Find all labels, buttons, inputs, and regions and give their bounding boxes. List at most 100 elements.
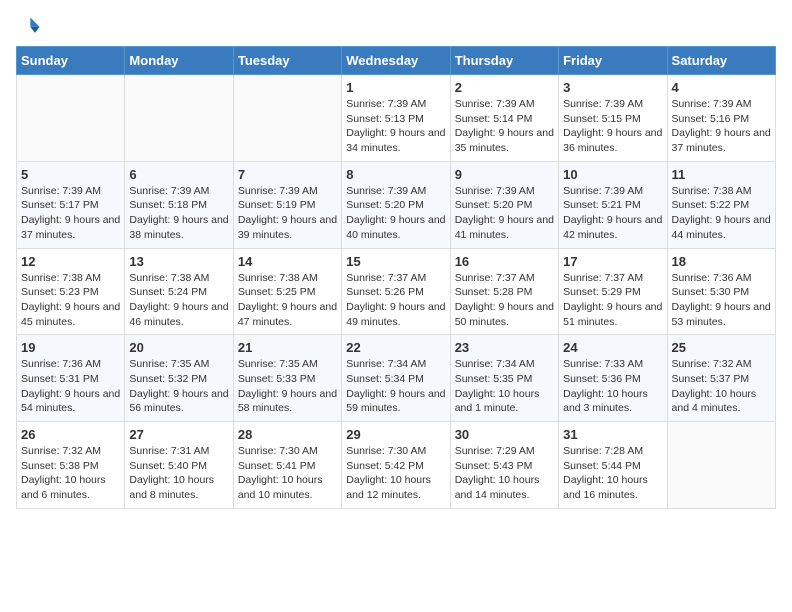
calendar-cell: 1 Sunrise: 7:39 AMSunset: 5:13 PMDaylight…	[342, 75, 450, 162]
calendar-cell: 12 Sunrise: 7:38 AMSunset: 5:23 PMDayligh…	[17, 248, 125, 335]
day-info: Sunrise: 7:37 AMSunset: 5:28 PMDaylight:…	[455, 272, 554, 328]
weekday-header-monday: Monday	[125, 47, 233, 75]
day-info: Sunrise: 7:38 AMSunset: 5:24 PMDaylight:…	[129, 272, 228, 328]
calendar-week-3: 12 Sunrise: 7:38 AMSunset: 5:23 PMDayligh…	[17, 248, 776, 335]
calendar-cell: 11 Sunrise: 7:38 AMSunset: 5:22 PMDayligh…	[667, 161, 775, 248]
day-number: 15	[346, 254, 445, 269]
day-number: 26	[21, 427, 120, 442]
day-number: 23	[455, 340, 554, 355]
day-number: 10	[563, 167, 662, 182]
calendar: SundayMondayTuesdayWednesdayThursdayFrid…	[16, 46, 776, 509]
day-number: 4	[672, 80, 771, 95]
calendar-cell: 15 Sunrise: 7:37 AMSunset: 5:26 PMDayligh…	[342, 248, 450, 335]
calendar-cell: 10 Sunrise: 7:39 AMSunset: 5:21 PMDayligh…	[559, 161, 667, 248]
day-number: 5	[21, 167, 120, 182]
day-info: Sunrise: 7:34 AMSunset: 5:35 PMDaylight:…	[455, 358, 540, 414]
day-info: Sunrise: 7:39 AMSunset: 5:15 PMDaylight:…	[563, 98, 662, 154]
day-info: Sunrise: 7:39 AMSunset: 5:20 PMDaylight:…	[346, 185, 445, 241]
calendar-cell: 27 Sunrise: 7:31 AMSunset: 5:40 PMDayligh…	[125, 422, 233, 509]
calendar-cell: 6Sunrise: 7:39 AMSunset: 5:18 PMDaylight…	[125, 161, 233, 248]
calendar-cell: 9 Sunrise: 7:39 AMSunset: 5:20 PMDaylight…	[450, 161, 558, 248]
calendar-cell: 4Sunrise: 7:39 AMSunset: 5:16 PMDaylight…	[667, 75, 775, 162]
day-number: 27	[129, 427, 228, 442]
calendar-cell: 16 Sunrise: 7:37 AMSunset: 5:28 PMDayligh…	[450, 248, 558, 335]
calendar-cell	[17, 75, 125, 162]
calendar-cell: 5 Sunrise: 7:39 AMSunset: 5:17 PMDaylight…	[17, 161, 125, 248]
day-number: 3	[563, 80, 662, 95]
day-number: 17	[563, 254, 662, 269]
day-number: 9	[455, 167, 554, 182]
calendar-week-2: 5 Sunrise: 7:39 AMSunset: 5:17 PMDaylight…	[17, 161, 776, 248]
day-number: 18	[672, 254, 771, 269]
day-info: Sunrise: 7:32 AMSunset: 5:38 PMDaylight:…	[21, 445, 106, 501]
calendar-cell: 25 Sunrise: 7:32 AMSunset: 5:37 PMDayligh…	[667, 335, 775, 422]
calendar-cell: 13 Sunrise: 7:38 AMSunset: 5:24 PMDayligh…	[125, 248, 233, 335]
calendar-cell: 8 Sunrise: 7:39 AMSunset: 5:20 PMDaylight…	[342, 161, 450, 248]
day-info: Sunrise: 7:39 AMSunset: 5:19 PMDaylight:…	[238, 185, 337, 241]
day-info: Sunrise: 7:33 AMSunset: 5:36 PMDaylight:…	[563, 358, 648, 414]
day-info: Sunrise: 7:38 AMSunset: 5:22 PMDaylight:…	[672, 185, 771, 241]
calendar-cell: 3 Sunrise: 7:39 AMSunset: 5:15 PMDaylight…	[559, 75, 667, 162]
day-number: 21	[238, 340, 337, 355]
calendar-cell	[233, 75, 341, 162]
day-info: Sunrise: 7:39 AMSunset: 5:21 PMDaylight:…	[563, 185, 662, 241]
calendar-cell: 14 Sunrise: 7:38 AMSunset: 5:25 PMDayligh…	[233, 248, 341, 335]
weekday-header-wednesday: Wednesday	[342, 47, 450, 75]
day-info: Sunrise: 7:38 AMSunset: 5:25 PMDaylight:…	[238, 272, 337, 328]
logo-icon	[16, 16, 40, 36]
day-info: Sunrise: 7:39 AMSunset: 5:20 PMDaylight:…	[455, 185, 554, 241]
day-info: Sunrise: 7:32 AMSunset: 5:37 PMDaylight:…	[672, 358, 757, 414]
day-info: Sunrise: 7:30 AMSunset: 5:41 PMDaylight:…	[238, 445, 323, 501]
day-number: 13	[129, 254, 228, 269]
day-number: 8	[346, 167, 445, 182]
day-number: 16	[455, 254, 554, 269]
day-info: Sunrise: 7:31 AMSunset: 5:40 PMDaylight:…	[129, 445, 214, 501]
calendar-cell: 17 Sunrise: 7:37 AMSunset: 5:29 PMDayligh…	[559, 248, 667, 335]
weekday-header-sunday: Sunday	[17, 47, 125, 75]
calendar-cell: 21 Sunrise: 7:35 AMSunset: 5:33 PMDayligh…	[233, 335, 341, 422]
calendar-cell: 22 Sunrise: 7:34 AMSunset: 5:34 PMDayligh…	[342, 335, 450, 422]
logo	[16, 16, 44, 36]
day-number: 20	[129, 340, 228, 355]
day-number: 19	[21, 340, 120, 355]
weekday-header-thursday: Thursday	[450, 47, 558, 75]
day-info: Sunrise: 7:34 AMSunset: 5:34 PMDaylight:…	[346, 358, 445, 414]
day-number: 28	[238, 427, 337, 442]
day-info: Sunrise: 7:35 AMSunset: 5:32 PMDaylight:…	[129, 358, 228, 414]
day-info: Sunrise: 7:35 AMSunset: 5:33 PMDaylight:…	[238, 358, 337, 414]
calendar-cell: 28 Sunrise: 7:30 AMSunset: 5:41 PMDayligh…	[233, 422, 341, 509]
day-info: Sunrise: 7:37 AMSunset: 5:29 PMDaylight:…	[563, 272, 662, 328]
day-info: Sunrise: 7:39 AMSunset: 5:14 PMDaylight:…	[455, 98, 554, 154]
day-number: 14	[238, 254, 337, 269]
day-number: 12	[21, 254, 120, 269]
day-number: 24	[563, 340, 662, 355]
calendar-week-1: 1 Sunrise: 7:39 AMSunset: 5:13 PMDaylight…	[17, 75, 776, 162]
day-info: Sunrise: 7:30 AMSunset: 5:42 PMDaylight:…	[346, 445, 431, 501]
day-info: Sunrise: 7:36 AMSunset: 5:31 PMDaylight:…	[21, 358, 120, 414]
day-number: 29	[346, 427, 445, 442]
calendar-cell: 29 Sunrise: 7:30 AMSunset: 5:42 PMDayligh…	[342, 422, 450, 509]
day-number: 25	[672, 340, 771, 355]
day-number: 6	[129, 167, 228, 182]
calendar-cell: 18Sunrise: 7:36 AMSunset: 5:30 PMDayligh…	[667, 248, 775, 335]
calendar-cell: 26 Sunrise: 7:32 AMSunset: 5:38 PMDayligh…	[17, 422, 125, 509]
weekday-header-tuesday: Tuesday	[233, 47, 341, 75]
calendar-body: 1 Sunrise: 7:39 AMSunset: 5:13 PMDaylight…	[17, 75, 776, 509]
day-number: 11	[672, 167, 771, 182]
day-number: 30	[455, 427, 554, 442]
day-number: 2	[455, 80, 554, 95]
calendar-cell: 24 Sunrise: 7:33 AMSunset: 5:36 PMDayligh…	[559, 335, 667, 422]
calendar-cell: 23 Sunrise: 7:34 AMSunset: 5:35 PMDayligh…	[450, 335, 558, 422]
day-info: Sunrise: 7:39 AMSunset: 5:17 PMDaylight:…	[21, 185, 120, 241]
day-info: Sunrise: 7:39 AMSunset: 5:13 PMDaylight:…	[346, 98, 445, 154]
calendar-header-row: SundayMondayTuesdayWednesdayThursdayFrid…	[17, 47, 776, 75]
day-info: Sunrise: 7:37 AMSunset: 5:26 PMDaylight:…	[346, 272, 445, 328]
day-number: 1	[346, 80, 445, 95]
day-info: Sunrise: 7:38 AMSunset: 5:23 PMDaylight:…	[21, 272, 120, 328]
calendar-cell: 2 Sunrise: 7:39 AMSunset: 5:14 PMDaylight…	[450, 75, 558, 162]
header	[16, 16, 776, 36]
day-number: 22	[346, 340, 445, 355]
calendar-week-5: 26 Sunrise: 7:32 AMSunset: 5:38 PMDayligh…	[17, 422, 776, 509]
calendar-cell: 31Sunrise: 7:28 AMSunset: 5:44 PMDayligh…	[559, 422, 667, 509]
calendar-cell	[667, 422, 775, 509]
